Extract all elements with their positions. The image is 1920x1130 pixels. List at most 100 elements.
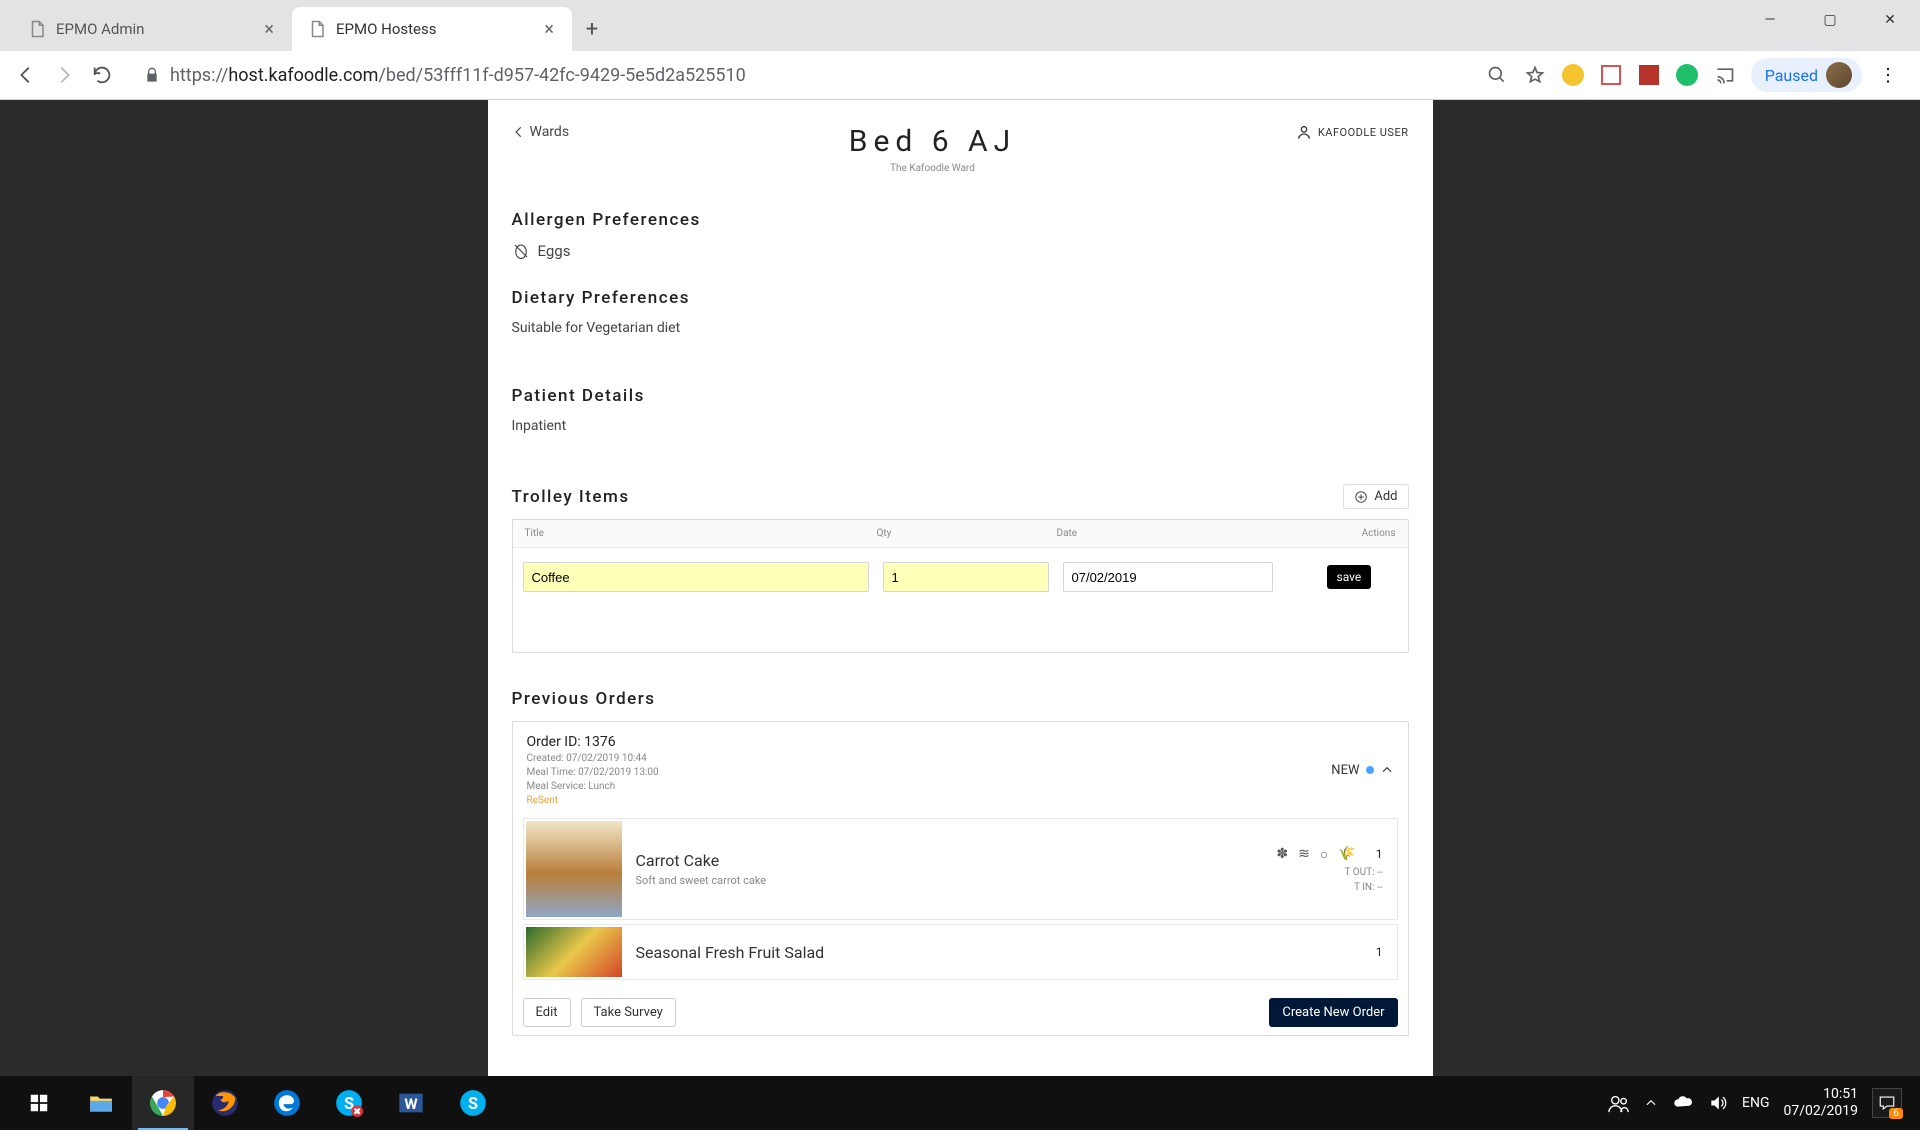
- order-item: Seasonal Fresh Fruit Salad 1: [523, 924, 1398, 980]
- star-icon[interactable]: [1523, 63, 1547, 87]
- reload-button[interactable]: [90, 63, 114, 87]
- tab-2[interactable]: EPMO Hostess ×: [292, 7, 572, 51]
- zoom-icon[interactable]: [1485, 63, 1509, 87]
- trolley-date-input[interactable]: [1063, 562, 1273, 592]
- close-icon[interactable]: ×: [260, 17, 278, 42]
- close-icon[interactable]: ×: [540, 17, 558, 42]
- onedrive-icon[interactable]: [1672, 1092, 1694, 1114]
- trolley-header-row: Title Qty Date Actions: [513, 520, 1408, 548]
- notifications-icon[interactable]: 6: [1872, 1088, 1902, 1118]
- lock-icon: [144, 67, 160, 83]
- order-status-toggle[interactable]: NEW: [1331, 763, 1393, 778]
- profile-paused[interactable]: Paused: [1751, 58, 1862, 92]
- skype-business-icon[interactable]: S: [318, 1076, 380, 1130]
- time: 10:51: [1823, 1086, 1858, 1103]
- edit-button[interactable]: Edit: [523, 998, 571, 1027]
- kebab-menu-icon[interactable]: ⋮: [1876, 63, 1900, 87]
- col-date: Date: [1057, 528, 1267, 539]
- file-explorer-icon[interactable]: [70, 1076, 132, 1130]
- patient-heading: Patient Details: [512, 386, 1409, 406]
- item-image: [526, 927, 622, 977]
- user-icon: [1296, 124, 1312, 140]
- item-name: Seasonal Fresh Fruit Salad: [636, 943, 1362, 962]
- prev-heading: Previous Orders: [512, 689, 1409, 709]
- item-qty: 1: [1376, 945, 1383, 959]
- col-title: Title: [525, 528, 877, 539]
- svg-text:W: W: [404, 1095, 418, 1113]
- col-actions: Actions: [1267, 528, 1396, 539]
- take-survey-button[interactable]: Take Survey: [581, 998, 676, 1027]
- page-subtitle: The Kafoodle Ward: [849, 163, 1016, 174]
- tab-title: EPMO Hostess: [336, 20, 530, 38]
- edge-icon[interactable]: [256, 1076, 318, 1130]
- item-name: Carrot Cake: [636, 851, 1263, 870]
- ext-icon-2[interactable]: [1599, 63, 1623, 87]
- tab-title: EPMO Admin: [56, 20, 250, 38]
- url-input[interactable]: https://host.kafoodle.com/bed/53fff11f-d…: [128, 57, 1471, 93]
- date: 07/02/2019: [1784, 1103, 1859, 1120]
- browser-tab-strip: EPMO Admin × EPMO Hostess × + — ▢ ✕: [0, 0, 1920, 51]
- save-button[interactable]: save: [1327, 565, 1372, 589]
- add-label: Add: [1374, 489, 1397, 504]
- minimize-button[interactable]: —: [1740, 0, 1800, 40]
- trolley-title-input[interactable]: [523, 562, 869, 592]
- order-mealservice: Meal Service: Lunch: [527, 781, 659, 792]
- skype-icon[interactable]: S: [442, 1076, 504, 1130]
- user-name: KAFOODLE USER: [1318, 126, 1409, 139]
- previous-orders-card: Order ID: 1376 Created: 07/02/2019 10:44…: [512, 721, 1409, 1036]
- create-new-order-button[interactable]: Create New Order: [1269, 998, 1397, 1027]
- ext-icon-4[interactable]: [1675, 63, 1699, 87]
- chrome-icon[interactable]: [132, 1076, 194, 1130]
- tab-1[interactable]: EPMO Admin ×: [12, 7, 292, 51]
- tray-chevron-icon[interactable]: [1644, 1096, 1658, 1110]
- notif-count: 6: [1889, 1108, 1903, 1119]
- forward-button[interactable]: [52, 63, 76, 87]
- ext-icon-3[interactable]: [1637, 63, 1661, 87]
- maximize-button[interactable]: ▢: [1800, 0, 1860, 40]
- clock[interactable]: 10:51 07/02/2019: [1784, 1086, 1859, 1120]
- avatar: [1826, 62, 1852, 88]
- page: Wards Bed 6 AJ The Kafoodle Ward KAFOODL…: [488, 100, 1433, 1130]
- t-in: T IN: --: [1354, 882, 1383, 893]
- trolley-table: Title Qty Date Actions save: [512, 519, 1409, 653]
- patient-text: Inpatient: [512, 418, 1409, 434]
- trolley-qty-input[interactable]: [883, 562, 1049, 592]
- page-icon: [28, 20, 46, 38]
- people-icon[interactable]: [1608, 1092, 1630, 1114]
- trolley-heading: Trolley Items: [512, 487, 630, 507]
- t-out: T OUT: --: [1344, 867, 1382, 878]
- order-created: Created: 07/02/2019 10:44: [527, 753, 659, 764]
- user-chip[interactable]: KAFOODLE USER: [1296, 124, 1409, 140]
- page-icon: [308, 20, 326, 38]
- new-tab-button[interactable]: +: [572, 7, 612, 51]
- url-bar: https://host.kafoodle.com/bed/53fff11f-d…: [0, 51, 1920, 100]
- col-qty: Qty: [877, 528, 1057, 539]
- chevron-up-icon: [1380, 763, 1394, 777]
- dietary-text: Suitable for Vegetarian diet: [512, 320, 1409, 336]
- language-indicator[interactable]: ENG: [1742, 1095, 1769, 1111]
- start-button[interactable]: [8, 1076, 70, 1130]
- allergen-icon: [512, 242, 530, 260]
- dietary-heading: Dietary Preferences: [512, 288, 1409, 308]
- item-qty: 1: [1376, 847, 1383, 861]
- diet-icon: ○: [1320, 846, 1328, 863]
- cast-icon[interactable]: [1713, 63, 1737, 87]
- allergen-item: Eggs: [512, 242, 1409, 260]
- firefox-icon[interactable]: [194, 1076, 256, 1130]
- status-label: NEW: [1331, 763, 1359, 778]
- back-button[interactable]: [14, 63, 38, 87]
- ext-icon-1[interactable]: [1561, 63, 1585, 87]
- paused-label: Paused: [1765, 66, 1818, 85]
- plus-circle-icon: [1354, 490, 1368, 504]
- close-window-button[interactable]: ✕: [1860, 0, 1920, 40]
- diet-icon: ≋: [1298, 846, 1310, 862]
- item-diet-icons: ✽ ≋ ○ 🌾: [1276, 846, 1355, 863]
- word-icon[interactable]: W: [380, 1076, 442, 1130]
- allergen-heading: Allergen Preferences: [512, 210, 1409, 230]
- add-button[interactable]: Add: [1343, 484, 1408, 509]
- viewport: Wards Bed 6 AJ The Kafoodle Ward KAFOODL…: [0, 100, 1920, 1130]
- volume-icon[interactable]: [1708, 1093, 1728, 1113]
- item-desc: Soft and sweet carrot cake: [636, 874, 1263, 887]
- back-wards-link[interactable]: Wards: [512, 124, 570, 140]
- order-mealtime: Meal Time: 07/02/2019 13:00: [527, 767, 659, 778]
